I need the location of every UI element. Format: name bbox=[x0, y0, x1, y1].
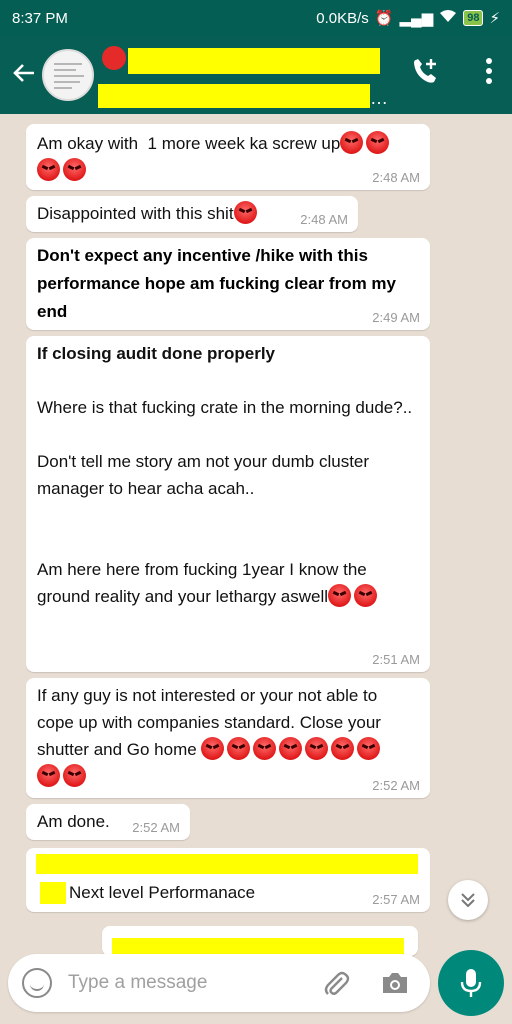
camera-icon[interactable] bbox=[380, 970, 410, 1001]
angry-face-icon bbox=[253, 737, 277, 760]
avatar[interactable] bbox=[42, 49, 94, 101]
angry-face-icon bbox=[37, 764, 60, 787]
angry-face-icon bbox=[340, 131, 364, 154]
angry-face-icon bbox=[328, 584, 352, 607]
angry-face-icon bbox=[331, 737, 355, 760]
angry-face-icon bbox=[357, 737, 381, 760]
attach-icon[interactable] bbox=[322, 970, 350, 1003]
redacted-text bbox=[40, 882, 66, 904]
charging-icon: ⚡ bbox=[489, 10, 500, 27]
angry-face-icon bbox=[354, 584, 378, 607]
message-time: 2:49 AM bbox=[372, 310, 420, 325]
signal-icon: ▂▄▆ bbox=[399, 10, 434, 27]
message-bubble[interactable]: If closing audit done properly Where is t… bbox=[26, 336, 430, 672]
message-time: 2:51 AM bbox=[372, 652, 420, 667]
angry-face-icon bbox=[366, 131, 390, 154]
alarm-icon: ⏰ bbox=[374, 10, 394, 27]
message-input[interactable] bbox=[68, 972, 298, 994]
message-text: If any guy is not interested or your not… bbox=[37, 682, 418, 790]
chat-area[interactable]: Am okay with 1 more week ka screw up 2:4… bbox=[0, 114, 512, 956]
angry-face-icon bbox=[227, 737, 251, 760]
status-time: 8:37 PM bbox=[12, 9, 68, 27]
message-time: 2:52 AM bbox=[372, 778, 420, 793]
net-speed: 0.0KB/s bbox=[316, 9, 369, 27]
message-text: Next level Performanace bbox=[69, 883, 256, 902]
redacted-subtitle bbox=[98, 84, 370, 108]
emoji-icon[interactable] bbox=[22, 968, 52, 998]
message-bubble[interactable]: Don't expect any incentive /hike with th… bbox=[26, 238, 430, 330]
angry-face-icon bbox=[233, 201, 257, 224]
microphone-icon bbox=[460, 969, 482, 997]
angry-face-icon bbox=[201, 737, 225, 760]
red-circle-icon bbox=[102, 46, 126, 70]
message-time: 2:48 AM bbox=[372, 170, 420, 185]
video-call-icon[interactable] bbox=[410, 56, 440, 91]
message-text: Don't expect any incentive /hike with th… bbox=[37, 246, 401, 321]
message-time: 2:48 AM bbox=[300, 212, 348, 227]
message-bubble[interactable]: Am okay with 1 more week ka screw up 2:4… bbox=[26, 124, 430, 190]
message-time: 2:52 AM bbox=[132, 820, 180, 835]
angry-face-icon bbox=[37, 158, 60, 181]
chat-header: … bbox=[0, 36, 512, 114]
more-options-icon[interactable] bbox=[486, 58, 492, 84]
message-composer bbox=[8, 954, 430, 1012]
angry-face-icon bbox=[305, 737, 329, 760]
message-bubble-partial[interactable] bbox=[102, 926, 418, 956]
message-bubble[interactable]: If any guy is not interested or your not… bbox=[26, 678, 430, 798]
contact-title[interactable]: … bbox=[98, 44, 398, 108]
double-chevron-down-icon bbox=[461, 893, 475, 908]
status-icons: 0.0KB/s ⏰ ▂▄▆ 98 ⚡ bbox=[316, 9, 500, 28]
message-text: If closing audit done properly Where is t… bbox=[37, 344, 413, 607]
message-time: 2:57 AM bbox=[372, 892, 420, 907]
back-arrow-icon[interactable] bbox=[6, 59, 42, 91]
angry-face-icon bbox=[63, 158, 86, 181]
message-bubble[interactable]: Disappointed with this shit 2:48 AM bbox=[26, 196, 358, 232]
angry-face-icon bbox=[63, 764, 86, 787]
redacted-quoted-text bbox=[36, 854, 418, 874]
wifi-icon bbox=[439, 9, 457, 27]
status-bar: 8:37 PM 0.0KB/s ⏰ ▂▄▆ 98 ⚡ bbox=[0, 0, 512, 36]
redacted-contact-name bbox=[128, 48, 380, 74]
message-text: Am okay with 1 more week ka screw up bbox=[37, 130, 418, 184]
message-bubble[interactable]: Am done. 2:52 AM bbox=[26, 804, 190, 840]
subtitle-ellipsis: … bbox=[370, 88, 388, 108]
angry-face-icon bbox=[279, 737, 303, 760]
battery-icon: 98 bbox=[463, 10, 484, 26]
mic-button[interactable] bbox=[438, 950, 504, 1016]
scroll-to-bottom-button[interactable] bbox=[448, 880, 488, 920]
message-bubble[interactable]: Next level Performanace 2:57 AM bbox=[26, 848, 430, 912]
